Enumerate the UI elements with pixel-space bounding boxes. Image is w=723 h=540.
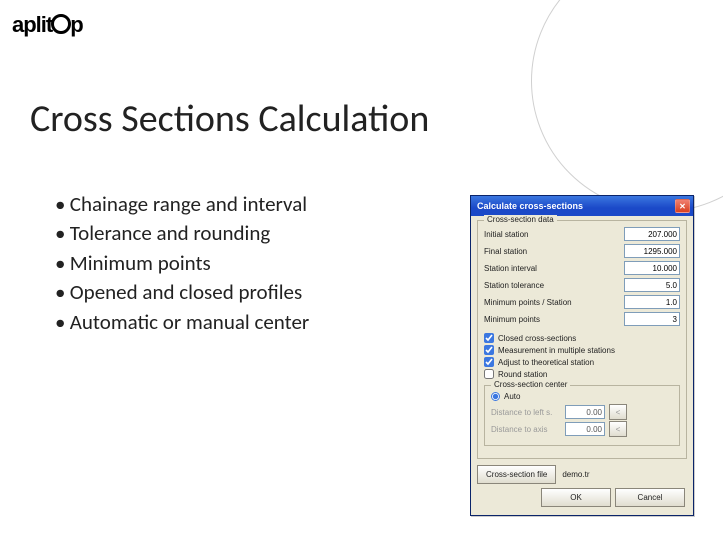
logo-text-part1: aplit — [12, 12, 52, 37]
multiple-sta-checkbox[interactable] — [484, 345, 494, 355]
final-station-input[interactable] — [624, 244, 680, 258]
close-icon: ✕ — [679, 202, 686, 211]
dist-left-label: Distance to left s. — [491, 408, 561, 417]
list-item: • Opened and closed profiles — [55, 278, 309, 307]
page-title: Cross Sections Calculation — [30, 96, 429, 142]
dist-left-input[interactable] — [565, 405, 605, 419]
cross-section-file-button[interactable]: Cross-section file — [477, 465, 556, 484]
station-tolerance-input[interactable] — [624, 278, 680, 292]
decorative-arc — [531, 0, 723, 212]
closed-cs-label: Closed cross-sections — [498, 334, 576, 343]
initial-station-label: Initial station — [484, 230, 624, 239]
adjust-station-label: Adjust to theoretical station — [498, 358, 594, 367]
brand-logo: aplitp — [12, 12, 83, 38]
bullet-list: • Chainage range and interval • Toleranc… — [55, 190, 309, 337]
adjust-station-checkbox[interactable] — [484, 357, 494, 367]
list-item: • Chainage range and interval — [55, 190, 309, 219]
round-station-checkbox[interactable] — [484, 369, 494, 379]
dist-axis-label: Distance to axis — [491, 425, 561, 434]
list-item: • Automatic or manual center — [55, 308, 309, 337]
multiple-sta-label: Measurement in multiple stations — [498, 346, 615, 355]
cross-section-data-group: Cross-section data Initial station Final… — [477, 220, 687, 459]
closed-cs-checkbox[interactable] — [484, 333, 494, 343]
min-points-label: Minimum points — [484, 315, 624, 324]
center-legend: Cross-section center — [491, 380, 570, 389]
final-station-label: Final station — [484, 247, 624, 256]
station-interval-input[interactable] — [624, 261, 680, 275]
list-item: • Minimum points — [55, 249, 309, 278]
dist-axis-input[interactable] — [565, 422, 605, 436]
station-tolerance-label: Station tolerance — [484, 281, 624, 290]
initial-station-input[interactable] — [624, 227, 680, 241]
ok-button[interactable]: OK — [541, 488, 611, 507]
cancel-button[interactable]: Cancel — [615, 488, 685, 507]
round-station-label: Round station — [498, 370, 547, 379]
group-legend: Cross-section data — [484, 215, 557, 224]
cross-section-file-name: demo.tr — [560, 470, 687, 479]
logo-text-part2: p — [70, 12, 82, 37]
station-interval-label: Station interval — [484, 264, 624, 273]
auto-center-radio[interactable] — [491, 392, 500, 401]
min-points-sta-input[interactable] — [624, 295, 680, 309]
calculate-cross-sections-dialog: Calculate cross-sections ✕ Cross-section… — [470, 195, 694, 516]
list-item: • Tolerance and rounding — [55, 219, 309, 248]
min-points-sta-label: Minimum points / Station — [484, 298, 624, 307]
cross-section-center-group: Cross-section center Auto Distance to le… — [484, 385, 680, 446]
close-button[interactable]: ✕ — [675, 199, 690, 213]
dist-axis-pick-button[interactable]: < — [609, 421, 627, 437]
dialog-titlebar[interactable]: Calculate cross-sections ✕ — [471, 196, 693, 216]
min-points-input[interactable] — [624, 312, 680, 326]
auto-center-label: Auto — [504, 392, 520, 401]
logo-ring-icon — [51, 14, 71, 34]
dialog-title: Calculate cross-sections — [477, 201, 583, 211]
dist-left-pick-button[interactable]: < — [609, 404, 627, 420]
